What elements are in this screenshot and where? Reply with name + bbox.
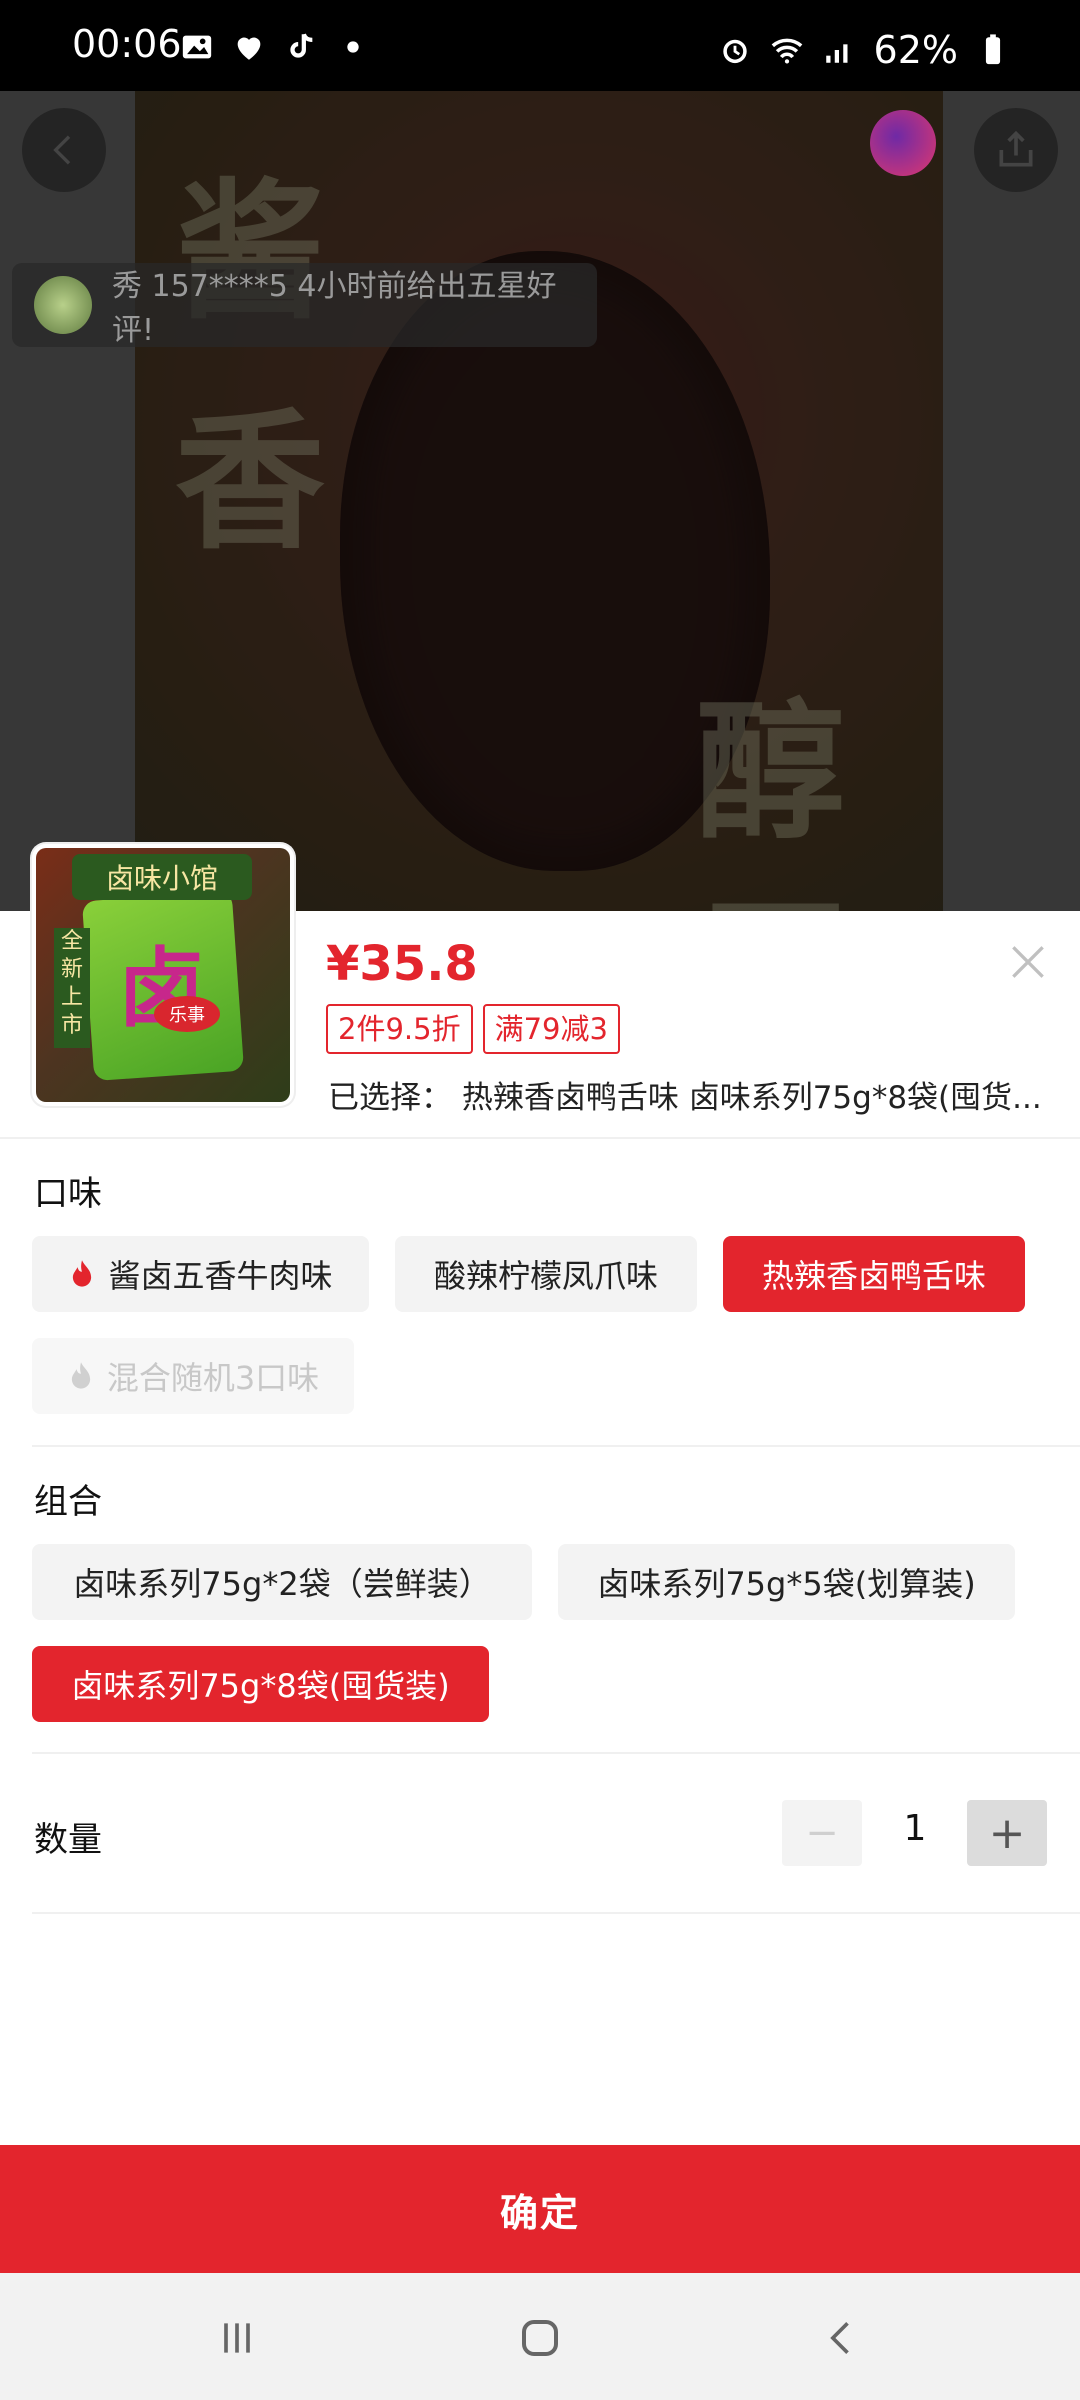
combo-option-label: 卤味系列75g*2袋（尝鲜装） <box>73 1565 491 1603</box>
back-button[interactable] <box>22 108 106 192</box>
battery-icon <box>985 34 1001 65</box>
dot-icon <box>347 41 359 53</box>
quantity-value[interactable]: 1 <box>880 1808 950 1849</box>
close-icon[interactable] <box>1006 940 1050 984</box>
product-thumbnail[interactable]: 卤味小馆 全新上市 卤 乐事 <box>32 844 294 1106</box>
combo-option-2-bags[interactable]: 卤味系列75g*2袋（尝鲜装） <box>32 1544 532 1620</box>
flame-icon <box>71 1362 90 1389</box>
flavor-option-mixed: 混合随机3口味 <box>32 1338 354 1414</box>
status-bar: 00:06 62% <box>0 0 1080 91</box>
tiktok-icon <box>290 33 313 58</box>
image-dim-overlay <box>0 91 1080 911</box>
back-arrow-icon <box>830 2322 849 2354</box>
product-thumbnail-image: 卤味小馆 全新上市 卤 乐事 <box>36 848 290 1102</box>
flavor-option-duck-tongue[interactable]: 热辣香卤鸭舌味 <box>723 1236 1025 1312</box>
image-icon <box>182 35 212 59</box>
flavor-option-label: 热辣香卤鸭舌味 <box>761 1257 986 1295</box>
divider <box>32 1912 1080 1914</box>
combo-option-8-bags[interactable]: 卤味系列75g*8袋(囤货装) <box>32 1646 489 1722</box>
system-nav-bar <box>0 2273 1080 2400</box>
share-button[interactable] <box>974 108 1058 192</box>
status-right-icons: 62% <box>718 28 1010 72</box>
confirm-button[interactable]: 确定 <box>0 2145 1080 2273</box>
divider <box>0 1137 1080 1139</box>
quantity-label: 数量 <box>34 1820 102 1860</box>
promo-tag: 2件9.5折 <box>326 1004 473 1054</box>
share-icon <box>999 130 1033 167</box>
flame-icon <box>73 1260 92 1287</box>
selected-label: 已选择： <box>328 1080 452 1116</box>
thumb-side-text: 全新上市 <box>54 928 90 1048</box>
alarm-icon <box>722 39 747 64</box>
selected-value: 热辣香卤鸭舌味 卤味系列75g*8袋(囤货... <box>461 1080 1042 1116</box>
flavor-option-label: 酱卤五香牛肉味 <box>108 1257 333 1295</box>
review-notification: 秀 157****5 4小时前给出五星好评! <box>12 263 597 348</box>
status-left-icons <box>180 30 370 64</box>
review-text: 秀 157****5 4小时前给出五星好评! <box>112 269 557 348</box>
flavor-title: 口味 <box>34 1174 102 1214</box>
recent-apps-icon <box>224 2323 250 2353</box>
wifi-icon <box>771 38 802 64</box>
combo-option-label: 卤味系列75g*8袋(囤货装) <box>71 1667 450 1705</box>
flavor-option-beef[interactable]: 酱卤五香牛肉味 <box>32 1236 369 1312</box>
home-icon <box>522 2320 558 2356</box>
combo-option-label: 卤味系列75g*5袋(划算装) <box>597 1565 976 1603</box>
status-time: 00:06 <box>72 22 182 66</box>
flavor-option-lemon[interactable]: 酸辣柠檬凤爪味 <box>395 1236 697 1312</box>
combo-title: 组合 <box>34 1482 102 1522</box>
flavor-option-label: 混合随机3口味 <box>106 1359 320 1397</box>
system-back-button[interactable] <box>812 2313 872 2363</box>
selected-summary: 已选择： 热辣香卤鸭舌味 卤味系列75g*8袋(囤货... <box>328 1072 1048 1117</box>
divider <box>32 1445 1080 1447</box>
divider <box>32 1752 1080 1754</box>
quantity-increase-button[interactable]: + <box>967 1800 1047 1866</box>
brand-logo-icon[interactable] <box>870 110 936 176</box>
recent-apps-button[interactable] <box>207 2313 267 2363</box>
promo-tag: 满79减3 <box>482 1004 620 1054</box>
flavor-option-label: 酸辣柠檬凤爪味 <box>433 1257 658 1295</box>
signal-icon <box>825 44 848 63</box>
home-button[interactable] <box>510 2313 570 2363</box>
thumb-sign-text: 卤味小馆 <box>72 854 252 900</box>
promo-tags: 2件9.5折 满79减3 <box>326 1004 620 1054</box>
combo-option-5-bags[interactable]: 卤味系列75g*5袋(划算装) <box>558 1544 1015 1620</box>
avatar <box>34 276 92 334</box>
heart-icon <box>237 37 261 60</box>
quantity-decrease-button[interactable]: − <box>782 1800 862 1866</box>
battery-percent: 62% <box>873 28 958 72</box>
price: ¥35.8 <box>326 936 478 992</box>
lays-logo: 乐事 <box>154 996 220 1032</box>
chevron-left-icon <box>53 135 71 165</box>
